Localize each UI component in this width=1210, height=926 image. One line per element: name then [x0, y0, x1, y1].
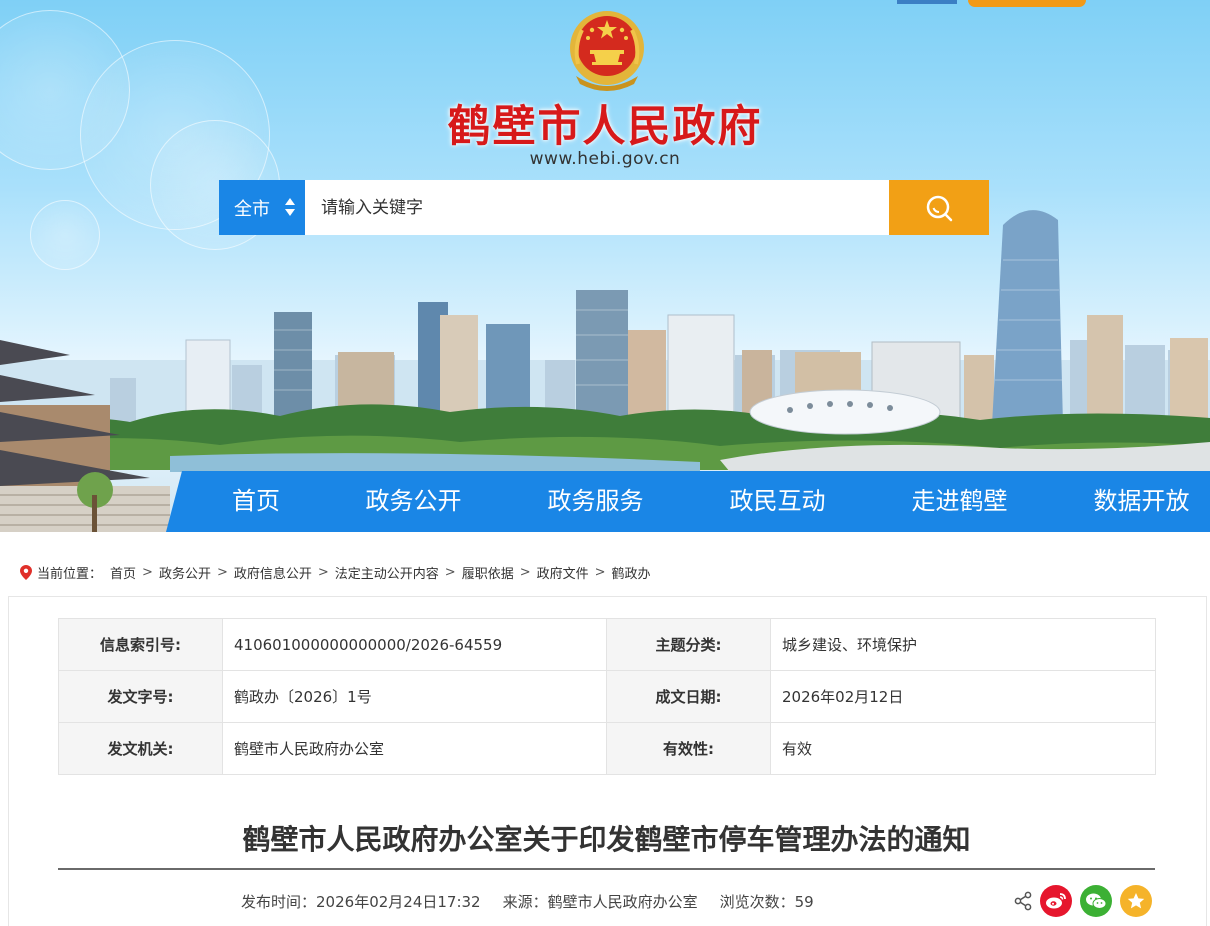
- search-scope-label: 全市: [234, 198, 270, 220]
- national-emblem-icon: [570, 11, 644, 91]
- table-row: 信息索引号: 410601000000000000/2026-64559 主题分…: [58, 618, 1156, 671]
- validity-label: 有效性:: [606, 722, 771, 775]
- breadcrumb-item-gov-affairs[interactable]: 政务公开: [159, 563, 211, 582]
- publish-time-label: 发布时间：: [241, 893, 317, 911]
- date-value: 2026年02月12日: [770, 670, 1156, 723]
- table-row: 发文字号: 鹤政办〔2026〕1号 成文日期: 2026年02月12日: [58, 670, 1156, 723]
- table-row: 发文机关: 鹤壁市人民政府办公室 有效性: 有效: [58, 722, 1156, 775]
- main-nav: 首页 政务公开 政务服务 政民互动 走进鹤壁 数据开放: [166, 471, 1210, 532]
- nav-item-interaction[interactable]: 政民互动: [725, 471, 830, 532]
- breadcrumb-separator: >: [216, 564, 228, 580]
- topic-value: 城乡建设、环境保护: [770, 618, 1156, 671]
- site-url: www.hebi.gov.cn: [529, 149, 681, 169]
- views-group: 浏览次数：59: [720, 891, 814, 912]
- breadcrumb-item-duty-basis[interactable]: 履职依据: [462, 563, 514, 582]
- nav-item-home[interactable]: 首页: [216, 471, 296, 532]
- breadcrumb-item-info-disclosure[interactable]: 政府信息公开: [234, 563, 312, 582]
- search-button[interactable]: [889, 180, 989, 235]
- site-title: 鹤壁市人民政府: [447, 102, 763, 152]
- search-input[interactable]: [305, 180, 889, 235]
- favorite-icon: [1127, 893, 1145, 909]
- wechat-icon: [1086, 893, 1107, 909]
- weibo-icon: [1046, 893, 1066, 909]
- views-label: 浏览次数：: [719, 893, 795, 911]
- breadcrumb-separator: >: [519, 564, 531, 580]
- validity-value: 有效: [770, 722, 1156, 775]
- doc-no-label: 发文字号:: [58, 670, 223, 723]
- favorite-button[interactable]: [1120, 885, 1152, 917]
- share-icon[interactable]: [1013, 891, 1033, 911]
- index-no-value: 410601000000000000/2026-64559: [222, 618, 607, 671]
- nav-item-gov-affairs[interactable]: 政务公开: [361, 471, 466, 532]
- doc-no-value: 鹤政办〔2026〕1号: [222, 670, 607, 723]
- search-icon: [926, 195, 953, 221]
- top-action-button[interactable]: [968, 0, 1086, 7]
- breadcrumb: 当前位置： 首页 > 政务公开 > 政府信息公开 > 法定主动公开内容 > 履职…: [20, 563, 651, 582]
- breadcrumb-prefix: 当前位置：: [37, 566, 103, 582]
- date-label: 成文日期:: [606, 670, 771, 723]
- nav-item-about-hebi[interactable]: 走进鹤壁: [907, 471, 1012, 532]
- search-scope-select[interactable]: 全市: [219, 180, 305, 235]
- top-link-button[interactable]: [897, 0, 957, 4]
- breadcrumb-item-gov-docs[interactable]: 政府文件: [537, 563, 589, 582]
- source-group: 来源：鹤壁市人民政府办公室: [503, 891, 698, 912]
- weibo-share-button[interactable]: [1040, 885, 1072, 917]
- search-bar: 全市: [219, 180, 989, 235]
- title-divider: [58, 868, 1155, 870]
- views-count: 59: [794, 893, 814, 911]
- issuer-label: 发文机关:: [58, 722, 223, 775]
- breadcrumb-item-statutory[interactable]: 法定主动公开内容: [335, 563, 439, 582]
- source-label: 来源：: [502, 893, 548, 911]
- breadcrumb-separator: >: [594, 564, 606, 580]
- publish-time-group: 发布时间：2026年02月24日17:32: [241, 891, 481, 912]
- wechat-share-button[interactable]: [1080, 885, 1112, 917]
- nav-item-open-data[interactable]: 数据开放: [1089, 471, 1194, 532]
- breadcrumb-item-home[interactable]: 首页: [110, 563, 136, 582]
- breadcrumb-separator: >: [142, 564, 153, 580]
- share-bar: [1013, 885, 1160, 917]
- breadcrumb-item-current[interactable]: 鹤政办: [612, 563, 651, 582]
- article-title: 鹤壁市人民政府办公室关于印发鹤壁市停车管理办法的通知: [242, 823, 971, 856]
- publish-time-value: 2026年02月24日17:32: [316, 893, 481, 911]
- sort-arrows-icon: [285, 198, 295, 216]
- issuer-value: 鹤壁市人民政府办公室: [222, 722, 607, 775]
- header-banner: 鹤壁市人民政府 www.hebi.gov.cn 全市 首页 政务公开 政务服务 …: [0, 0, 1210, 532]
- breadcrumb-separator: >: [444, 564, 456, 580]
- document-meta-table: 信息索引号: 410601000000000000/2026-64559 主题分…: [58, 618, 1156, 775]
- breadcrumb-separator: >: [317, 564, 329, 580]
- publish-info: 发布时间：2026年02月24日17:32 来源：鹤壁市人民政府办公室 浏览次数…: [241, 891, 836, 912]
- topic-label: 主题分类:: [606, 618, 771, 671]
- source-value: 鹤壁市人民政府办公室: [547, 893, 698, 911]
- index-no-label: 信息索引号:: [58, 618, 223, 671]
- location-pin-icon: [20, 564, 32, 580]
- nav-item-gov-services[interactable]: 政务服务: [543, 471, 648, 532]
